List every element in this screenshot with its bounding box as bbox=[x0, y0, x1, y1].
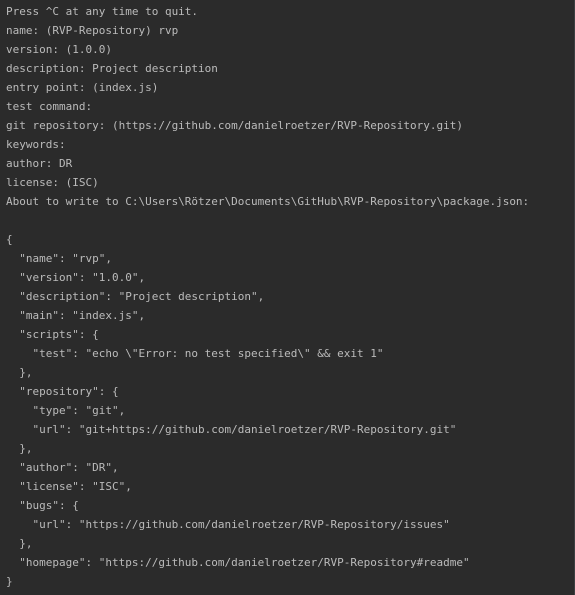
json-bugs-url-line: "url": "https://github.com/danielroetzer… bbox=[6, 518, 450, 531]
license-prompt-line: license: (ISC) bbox=[6, 176, 99, 189]
json-name-line: "name": "rvp", bbox=[6, 252, 112, 265]
json-repository-url-line: "url": "git+https://github.com/danielroe… bbox=[6, 423, 457, 436]
json-description-line: "description": "Project description", bbox=[6, 290, 265, 303]
name-prompt-line: name: (RVP-Repository) rvp bbox=[6, 24, 179, 37]
keywords-prompt-line: keywords: bbox=[6, 138, 66, 151]
test-command-prompt-line: test command: bbox=[6, 100, 93, 113]
json-bugs-close-line: }, bbox=[6, 537, 33, 550]
write-path-line: About to write to C:\Users\Rötzer\Docume… bbox=[6, 195, 530, 208]
json-homepage-line: "homepage": "https://github.com/danielro… bbox=[6, 556, 470, 569]
json-scripts-open-line: "scripts": { bbox=[6, 328, 99, 341]
json-test-script-line: "test": "echo \"Error: no test specified… bbox=[6, 347, 384, 360]
json-bugs-open-line: "bugs": { bbox=[6, 499, 79, 512]
terminal-output[interactable]: Press ^C at any time to quit. name: (RVP… bbox=[0, 0, 575, 595]
version-prompt-line: version: (1.0.0) bbox=[6, 43, 112, 56]
json-license-line: "license": "ISC", bbox=[6, 480, 132, 493]
author-prompt-line: author: DR bbox=[6, 157, 73, 170]
json-main-line: "main": "index.js", bbox=[6, 309, 146, 322]
json-repository-open-line: "repository": { bbox=[6, 385, 119, 398]
entry-point-prompt-line: entry point: (index.js) bbox=[6, 81, 159, 94]
description-prompt-line: description: Project description bbox=[6, 62, 218, 75]
json-open-brace: { bbox=[6, 233, 13, 246]
json-version-line: "version": "1.0.0", bbox=[6, 271, 146, 284]
json-repository-type-line: "type": "git", bbox=[6, 404, 126, 417]
json-author-line: "author": "DR", bbox=[6, 461, 119, 474]
git-repository-prompt-line: git repository: (https://github.com/dani… bbox=[6, 119, 463, 132]
prompt-hint-line: Press ^C at any time to quit. bbox=[6, 5, 199, 18]
json-close-brace: } bbox=[6, 575, 13, 588]
json-repository-close-line: }, bbox=[6, 442, 33, 455]
json-scripts-close-line: }, bbox=[6, 366, 33, 379]
